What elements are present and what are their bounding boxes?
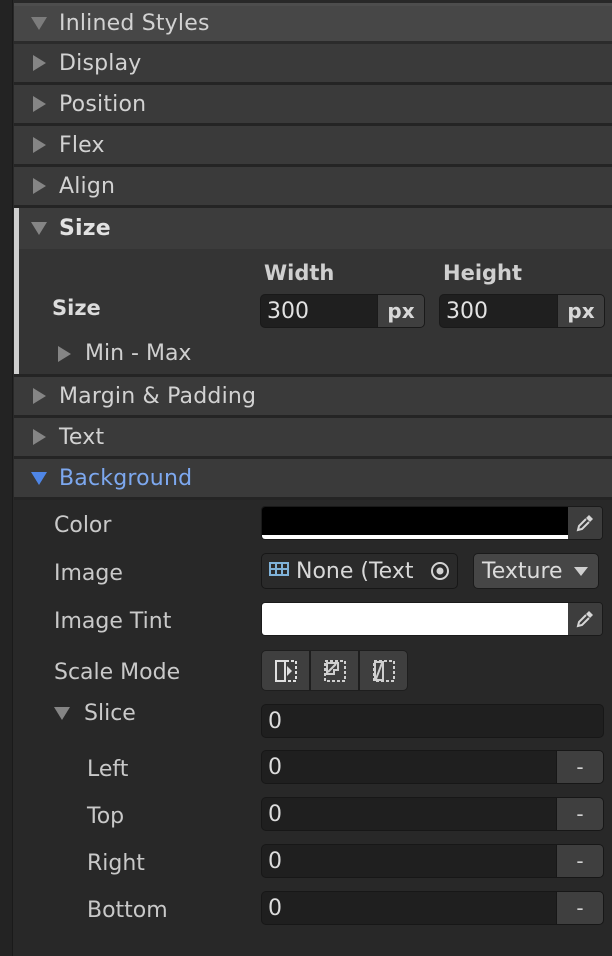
- section-label: Inlined Styles: [59, 11, 210, 36]
- image-type-dropdown[interactable]: Texture: [473, 553, 599, 589]
- scale-mode-stretch-button[interactable]: [261, 650, 310, 691]
- slice-right-label: Right: [87, 851, 145, 876]
- stretch-icon: [274, 659, 297, 682]
- chevron-down-icon: [574, 566, 588, 576]
- slice-field[interactable]: 0: [261, 704, 604, 738]
- tint-swatch[interactable]: [262, 603, 568, 635]
- inspector-panel: Inlined Styles Display Position Flex Ali…: [14, 0, 612, 956]
- slice-top-keyword-button[interactable]: -: [556, 798, 603, 830]
- height-value: 300: [446, 298, 488, 324]
- background-section-body: Color Image None (Text Texture Image Tin…: [14, 500, 612, 936]
- texture-icon: [268, 560, 290, 582]
- scale-mode-fit-button[interactable]: [359, 650, 408, 691]
- slice-left-value: 0: [268, 754, 282, 780]
- section-label: Background: [59, 465, 193, 491]
- slice-top-value: 0: [268, 801, 282, 827]
- slice-bottom-keyword-button[interactable]: -: [556, 892, 603, 924]
- slice-top-field[interactable]: 0 -: [261, 797, 604, 831]
- slice-bottom-field[interactable]: 0 -: [261, 891, 604, 925]
- slice-bottom-label: Bottom: [87, 898, 168, 923]
- min-max-label: Min - Max: [85, 341, 192, 366]
- section-display[interactable]: Display: [14, 44, 612, 85]
- section-label: Display: [59, 50, 142, 76]
- section-flex[interactable]: Flex: [14, 126, 612, 167]
- scale-mode-toggle-group: [261, 650, 408, 691]
- fit-icon: [372, 659, 395, 682]
- width-column-label: Width: [264, 261, 335, 285]
- height-unit-dropdown[interactable]: px: [557, 295, 604, 327]
- crop-icon: [323, 659, 346, 682]
- slice-right-keyword-button[interactable]: -: [556, 845, 603, 877]
- height-column-label: Height: [443, 261, 523, 285]
- width-field[interactable]: 300 px: [260, 294, 425, 328]
- width-value: 300: [267, 298, 309, 324]
- triangle-right-icon: [31, 388, 47, 404]
- section-label: Size: [59, 216, 111, 241]
- triangle-down-icon: [31, 470, 47, 486]
- slice-left-field[interactable]: 0 -: [261, 750, 604, 784]
- section-align[interactable]: Align: [14, 167, 612, 208]
- color-swatch[interactable]: [262, 507, 568, 539]
- slice-label: Slice: [84, 701, 136, 726]
- slice-right-value: 0: [268, 848, 282, 874]
- override-marker: [14, 249, 19, 374]
- slice-top-label: Top: [87, 804, 125, 829]
- eyedropper-icon[interactable]: [568, 603, 602, 635]
- section-position[interactable]: Position: [14, 85, 612, 126]
- image-tint-label: Image Tint: [54, 609, 172, 634]
- section-label: Text: [59, 424, 105, 450]
- triangle-right-icon: [31, 55, 47, 71]
- triangle-right-icon: [31, 178, 47, 194]
- image-type-value: Texture: [482, 558, 563, 584]
- slice-right-field[interactable]: 0 -: [261, 844, 604, 878]
- window-left-edge: [0, 0, 13, 956]
- color-label: Color: [54, 513, 112, 538]
- scale-mode-crop-button[interactable]: [310, 650, 359, 691]
- triangle-down-icon: [31, 16, 47, 32]
- slice-left-label: Left: [87, 757, 129, 782]
- image-value: None (Text: [296, 558, 414, 584]
- eyedropper-icon[interactable]: [568, 507, 602, 539]
- scale-mode-label: Scale Mode: [54, 660, 181, 685]
- slice-left-keyword-button[interactable]: -: [556, 751, 603, 783]
- image-object-field[interactable]: None (Text: [261, 553, 458, 589]
- min-max-foldout[interactable]: Min - Max: [58, 341, 191, 366]
- slice-foldout[interactable]: Slice: [54, 701, 136, 726]
- section-label: Position: [59, 91, 147, 117]
- triangle-right-icon: [58, 345, 71, 362]
- color-field[interactable]: [261, 506, 603, 540]
- triangle-down-icon: [54, 707, 70, 720]
- override-marker: [14, 208, 19, 249]
- section-label: Flex: [59, 132, 105, 158]
- alpha-bar: [262, 535, 568, 539]
- triangle-right-icon: [31, 137, 47, 153]
- section-label: Margin & Padding: [59, 383, 257, 409]
- triangle-down-icon: [31, 221, 47, 237]
- section-margin-padding[interactable]: Margin & Padding: [14, 377, 612, 418]
- slice-value: 0: [268, 708, 282, 734]
- image-tint-field[interactable]: [261, 602, 603, 636]
- slice-bottom-value: 0: [268, 895, 282, 921]
- triangle-right-icon: [31, 96, 47, 112]
- target-icon[interactable]: [423, 554, 457, 588]
- size-section-body: Width Height Size 300 px 300 px Min - Ma…: [14, 249, 612, 377]
- section-text[interactable]: Text: [14, 418, 612, 459]
- image-label: Image: [54, 561, 123, 586]
- triangle-right-icon: [31, 429, 47, 445]
- section-inlined-styles[interactable]: Inlined Styles: [14, 6, 612, 44]
- section-label: Align: [59, 173, 116, 199]
- size-row-label: Size: [52, 296, 101, 320]
- section-size[interactable]: Size: [14, 208, 612, 249]
- width-unit-dropdown[interactable]: px: [377, 295, 424, 327]
- section-background[interactable]: Background: [14, 459, 612, 500]
- height-field[interactable]: 300 px: [439, 294, 605, 328]
